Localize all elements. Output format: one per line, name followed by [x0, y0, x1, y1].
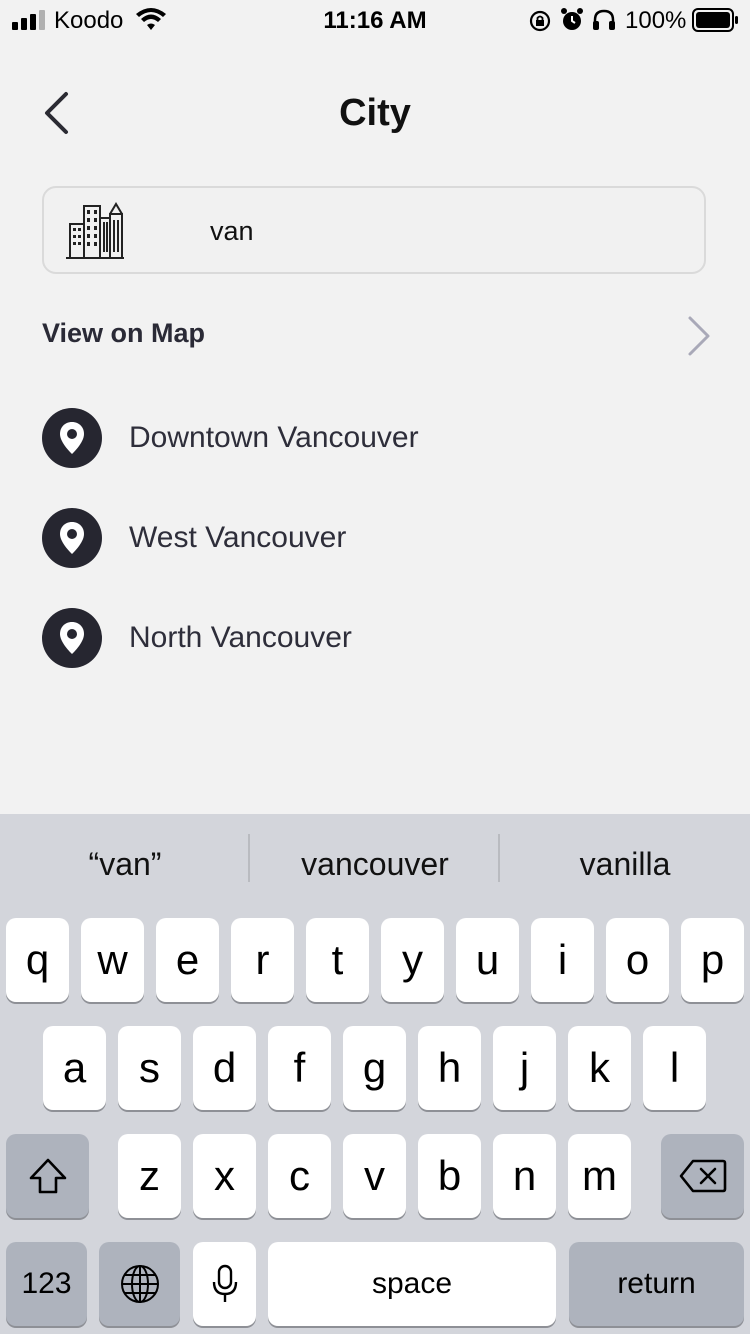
key-h[interactable]: h [418, 1026, 481, 1110]
headphones-icon [593, 9, 615, 30]
key-y[interactable]: y [381, 918, 444, 1002]
globe-icon [120, 1265, 159, 1303]
key-g[interactable]: g [343, 1026, 406, 1110]
alarm-icon [561, 8, 583, 30]
key-j[interactable]: j [493, 1026, 556, 1110]
key-s[interactable]: s [118, 1026, 181, 1110]
key-u[interactable]: u [456, 918, 519, 1002]
space-key[interactable]: space [268, 1242, 556, 1326]
result-item-north-vancouver[interactable]: North Vancouver [42, 608, 702, 670]
view-on-map-label: View on Map [42, 318, 206, 348]
result-item-downtown-vancouver[interactable]: Downtown Vancouver [42, 408, 702, 470]
location-pin-icon [42, 408, 102, 468]
key-b[interactable]: b [418, 1134, 481, 1218]
suggestion-literal[interactable]: “van” [0, 814, 250, 914]
key-q[interactable]: q [6, 918, 69, 1002]
key-n[interactable]: n [493, 1134, 556, 1218]
key-o[interactable]: o [606, 918, 669, 1002]
status-bar: Koodo 11:16 AM 100% [0, 0, 750, 40]
key-z[interactable]: z [118, 1134, 181, 1218]
key-p[interactable]: p [681, 918, 744, 1002]
shift-arrow-icon [29, 1158, 66, 1194]
view-on-map-row[interactable]: View on Map [42, 306, 714, 366]
result-label: North Vancouver [129, 621, 352, 654]
key-r[interactable]: r [231, 918, 294, 1002]
return-key[interactable]: return [569, 1242, 744, 1326]
key-k[interactable]: k [568, 1026, 631, 1110]
battery-percent: 100% [625, 7, 687, 34]
key-a[interactable]: a [43, 1026, 106, 1110]
key-e[interactable]: e [156, 918, 219, 1002]
shift-key[interactable] [6, 1134, 89, 1218]
key-x[interactable]: x [193, 1134, 256, 1218]
location-pin-icon [42, 608, 102, 668]
key-m[interactable]: m [568, 1134, 631, 1218]
page-title: City [339, 92, 411, 134]
city-search-input[interactable] [208, 208, 672, 254]
orientation-lock-icon [529, 10, 551, 32]
delete-key[interactable] [661, 1134, 744, 1218]
result-label: West Vancouver [129, 521, 347, 554]
key-t[interactable]: t [306, 918, 369, 1002]
backspace-icon [679, 1159, 726, 1193]
suggestion-vancouver[interactable]: vancouver [250, 814, 500, 914]
globe-key[interactable] [99, 1242, 180, 1326]
key-v[interactable]: v [343, 1134, 406, 1218]
battery-icon [692, 8, 738, 32]
keyboard: “van” vancouver vanilla q w e r t y u i … [0, 814, 750, 1334]
key-w[interactable]: w [81, 918, 144, 1002]
chevron-right-icon [688, 316, 710, 356]
key-l[interactable]: l [643, 1026, 706, 1110]
city-search-box[interactable] [42, 186, 706, 274]
microphone-icon [212, 1264, 237, 1302]
key-d[interactable]: d [193, 1026, 256, 1110]
dictation-key[interactable] [193, 1242, 256, 1326]
key-f[interactable]: f [268, 1026, 331, 1110]
location-pin-icon [42, 508, 102, 568]
key-i[interactable]: i [531, 918, 594, 1002]
key-c[interactable]: c [268, 1134, 331, 1218]
numbers-key[interactable]: 123 [6, 1242, 87, 1326]
suggestion-vanilla[interactable]: vanilla [500, 814, 750, 914]
city-buildings-icon [66, 202, 124, 259]
result-label: Downtown Vancouver [129, 421, 419, 454]
result-item-west-vancouver[interactable]: West Vancouver [42, 508, 702, 570]
